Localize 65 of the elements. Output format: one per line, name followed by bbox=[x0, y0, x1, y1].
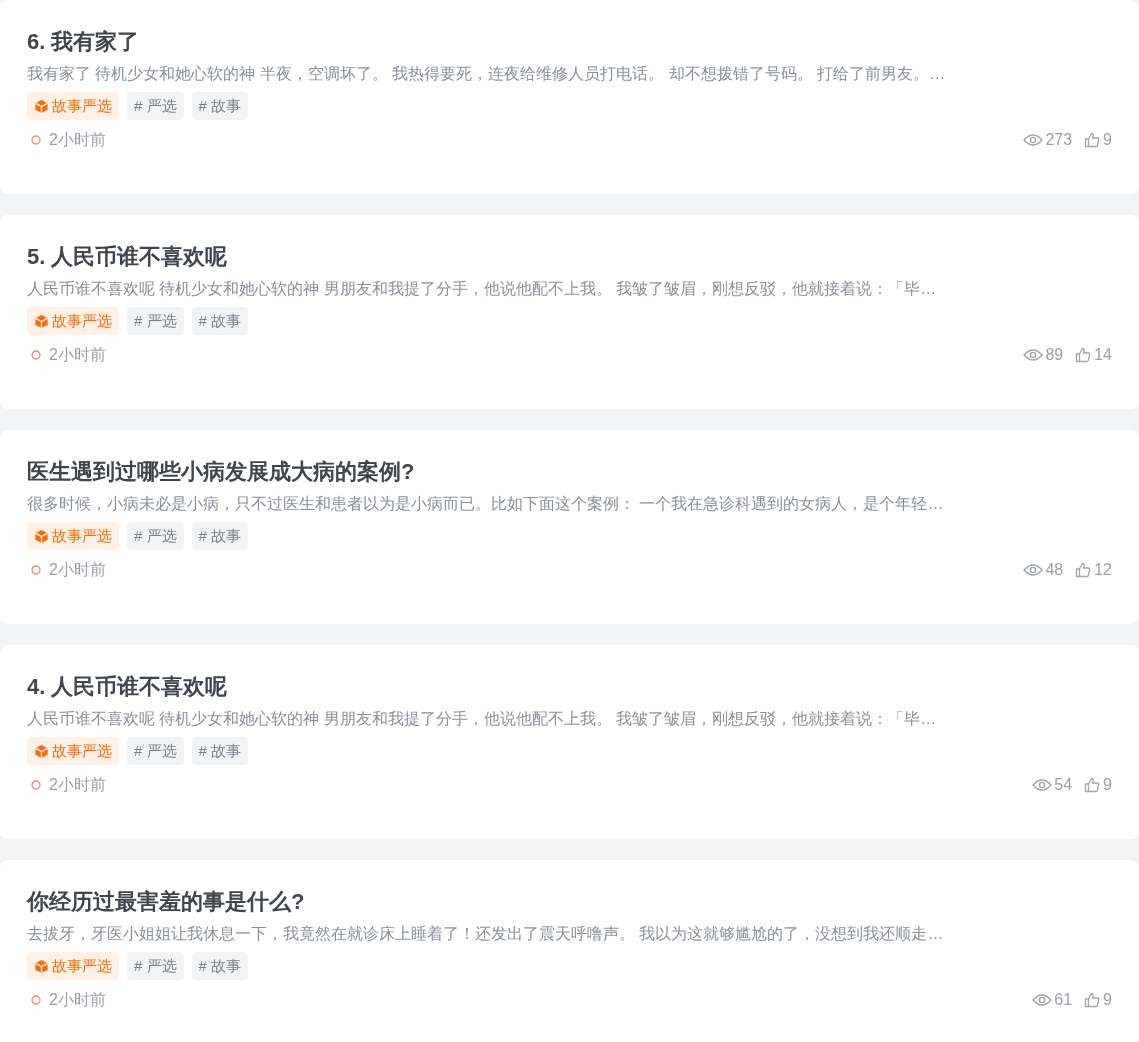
topic-tag[interactable]: # 严选 bbox=[127, 307, 184, 335]
view-count: 54 bbox=[1054, 775, 1073, 795]
topic-tag[interactable]: # 故事 bbox=[191, 952, 249, 980]
eye-icon bbox=[1023, 563, 1044, 577]
post-card[interactable]: 医生遇到过哪些小病发展成大病的案例? 很多时候，小病未必是小病，只不过医生和患者以为是小病而已。比如下面这个案例： 一个我在急诊科遇到的女病人，是个年轻… 故事严选 # 严选 # 故事 2小时前 48 12 bbox=[0, 430, 1139, 624]
thumbs-up-icon bbox=[1084, 777, 1101, 793]
topic-tag[interactable]: # 严选 bbox=[127, 737, 184, 765]
eye-icon bbox=[1023, 348, 1044, 362]
thumbs-up-icon bbox=[1084, 132, 1101, 148]
topic-tag[interactable]: # 故事 bbox=[191, 92, 249, 120]
post-title[interactable]: 6. 我有家了 bbox=[27, 27, 1112, 57]
post-excerpt: 人民币谁不喜欢呢 待机少女和她心软的神 男朋友和我提了分手，他说他配不上我。 我皱了皱眉，刚想反驳，他就接着说：「毕… bbox=[27, 279, 938, 299]
post-card[interactable]: 你经历过最害羞的事是什么? 去拔牙，牙医小姐姐让我休息一下，我竟然在就诊床上睡着了！还发出了震天呼噜声。 我以为这就够尴尬的了，没想到我还顺走… 故事严选 # 严选 # 故事 2小时前 61 9 bbox=[0, 860, 1139, 1042]
thumbs-up-icon bbox=[1075, 347, 1092, 363]
post-time: 2小时前 bbox=[49, 775, 106, 795]
post-excerpt: 去拔牙，牙医小姐姐让我休息一下，我竟然在就诊床上睡着了！还发出了震天呼噜声。 我以为这就够尴尬的了，没想到我还顺走… bbox=[27, 924, 945, 944]
topic-tag[interactable]: # 严选 bbox=[127, 952, 184, 980]
thumbs-up-icon bbox=[1084, 992, 1101, 1008]
category-tag[interactable]: 故事严选 bbox=[27, 92, 119, 120]
like-count: 14 bbox=[1094, 345, 1112, 365]
eye-icon bbox=[1032, 993, 1053, 1007]
category-tag[interactable]: 故事严选 bbox=[27, 307, 119, 335]
cube-icon bbox=[34, 743, 49, 759]
post-excerpt: 很多时候，小病未必是小病，只不过医生和患者以为是小病而已。比如下面这个案例： 一个我在急诊科遇到的女病人，是个年轻… bbox=[27, 494, 945, 514]
post-excerpt: 我有家了 待机少女和她心软的神 半夜，空调坏了。 我热得要死，连夜给维修人员打电话。 却不想拨错了号码。 打给了前男友。… bbox=[27, 64, 947, 84]
post-title[interactable]: 医生遇到过哪些小病发展成大病的案例? bbox=[27, 457, 1112, 487]
clock-icon bbox=[31, 135, 41, 145]
view-count: 89 bbox=[1045, 345, 1064, 365]
category-tag[interactable]: 故事严选 bbox=[27, 737, 119, 765]
category-tag[interactable]: 故事严选 bbox=[27, 952, 119, 980]
topic-tag[interactable]: # 故事 bbox=[191, 737, 249, 765]
clock-icon bbox=[31, 350, 41, 360]
cube-icon bbox=[34, 958, 49, 974]
post-time: 2小时前 bbox=[49, 130, 106, 150]
clock-icon bbox=[31, 565, 41, 575]
category-tag[interactable]: 故事严选 bbox=[27, 522, 119, 550]
view-count: 48 bbox=[1045, 560, 1064, 580]
cube-icon bbox=[34, 313, 49, 329]
post-title[interactable]: 5. 人民币谁不喜欢呢 bbox=[27, 242, 1112, 272]
view-count: 273 bbox=[1045, 130, 1073, 150]
post-card[interactable]: 4. 人民币谁不喜欢呢 人民币谁不喜欢呢 待机少女和她心软的神 男朋友和我提了分手，他说他配不上我。 我皱了皱眉，刚想反驳，他就接着说：「毕… 故事严选 # 严选 # 故事 2小时前 54 9 bbox=[0, 645, 1139, 839]
post-title[interactable]: 你经历过最害羞的事是什么? bbox=[27, 887, 1112, 917]
view-count: 61 bbox=[1054, 990, 1073, 1010]
topic-tag[interactable]: # 严选 bbox=[127, 522, 184, 550]
topic-tag[interactable]: # 故事 bbox=[191, 522, 249, 550]
post-card[interactable]: 5. 人民币谁不喜欢呢 人民币谁不喜欢呢 待机少女和她心软的神 男朋友和我提了分手，他说他配不上我。 我皱了皱眉，刚想反驳，他就接着说：「毕… 故事严选 # 严选 # 故事 2小时前 89 14 bbox=[0, 215, 1139, 409]
post-time: 2小时前 bbox=[49, 990, 106, 1010]
cube-icon bbox=[34, 528, 49, 544]
clock-icon bbox=[31, 780, 41, 790]
cube-icon bbox=[34, 98, 49, 114]
topic-tag[interactable]: # 严选 bbox=[127, 92, 184, 120]
eye-icon bbox=[1023, 133, 1044, 147]
post-time: 2小时前 bbox=[49, 345, 106, 365]
clock-icon bbox=[31, 995, 41, 1005]
post-card[interactable]: 6. 我有家了 我有家了 待机少女和她心软的神 半夜，空调坏了。 我热得要死，连夜给维修人员打电话。 却不想拨错了号码。 打给了前男友。… 故事严选 # 严选 # 故事 2小时前 273 9 bbox=[0, 0, 1139, 194]
thumbs-up-icon bbox=[1075, 562, 1092, 578]
like-count: 9 bbox=[1103, 990, 1112, 1010]
post-title[interactable]: 4. 人民币谁不喜欢呢 bbox=[27, 672, 1112, 702]
post-excerpt: 人民币谁不喜欢呢 待机少女和她心软的神 男朋友和我提了分手，他说他配不上我。 我皱了皱眉，刚想反驳，他就接着说：「毕… bbox=[27, 709, 938, 729]
like-count: 9 bbox=[1103, 775, 1112, 795]
eye-icon bbox=[1032, 778, 1053, 792]
like-count: 9 bbox=[1103, 130, 1112, 150]
post-time: 2小时前 bbox=[49, 560, 106, 580]
like-count: 12 bbox=[1094, 560, 1112, 580]
topic-tag[interactable]: # 故事 bbox=[191, 307, 249, 335]
